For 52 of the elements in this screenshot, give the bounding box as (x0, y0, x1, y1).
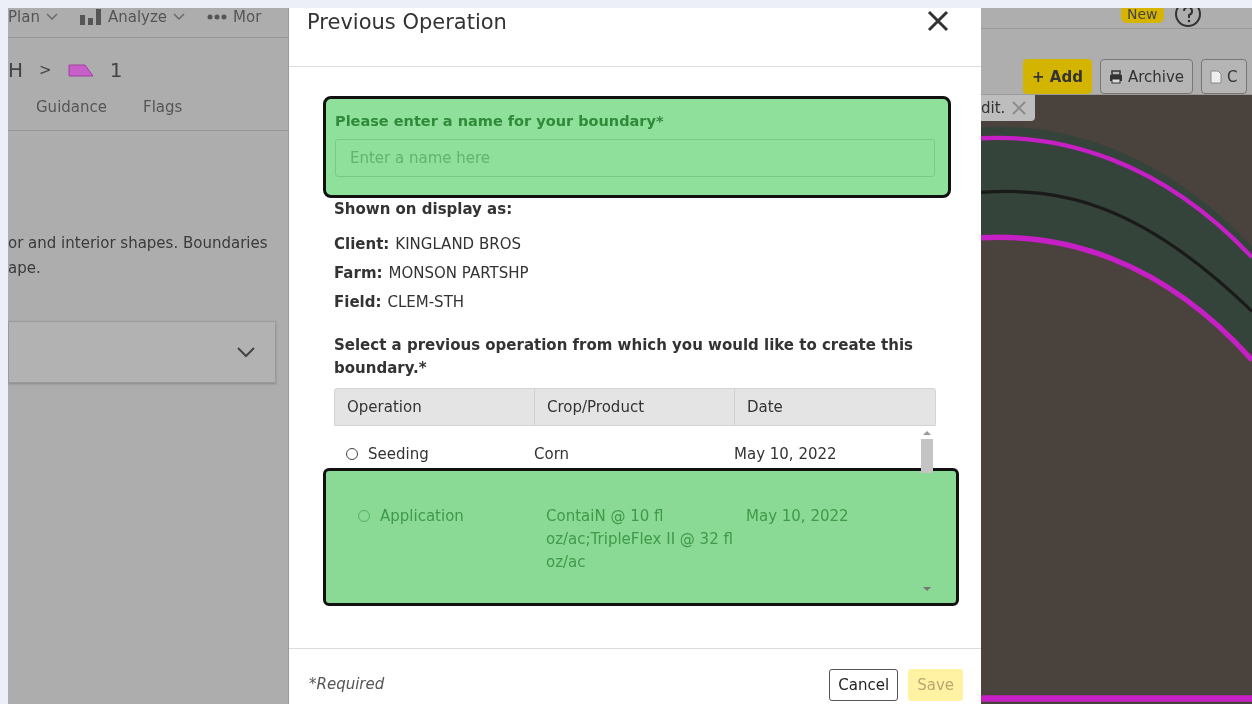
table-cell-text: May 10, 2022 (746, 505, 850, 527)
scroll-down-icon[interactable] (923, 586, 931, 592)
tab[interactable]: Guidance (36, 98, 107, 130)
caret-icon (45, 13, 58, 21)
tooltip-text: dit. (981, 99, 1006, 117)
nav-menu-item[interactable]: Analyze (107, 8, 168, 26)
help-icon[interactable] (1173, 8, 1202, 28)
add-button[interactable]: + Add (1023, 59, 1092, 94)
boundary-shape-icon (67, 63, 94, 77)
question-text: Select a previous operation from which you would like to create this boundary.* (334, 334, 915, 379)
tab[interactable]: Flags (143, 98, 183, 130)
caret-icon (173, 13, 186, 21)
required-note: *Required (309, 674, 385, 693)
bar-chart-icon (79, 9, 102, 25)
field-label: Please enter a name for your boundary* (335, 112, 665, 129)
column-header: Date (746, 396, 784, 418)
archive-button[interactable]: Archive (1099, 59, 1193, 94)
detail-value: KINGLAND BROS (395, 235, 521, 254)
detail-label: Farm: (334, 264, 383, 283)
nav-menu-item[interactable]: Mor (233, 8, 262, 26)
breadcrumb-current: 1 (109, 58, 123, 82)
toolbar-button[interactable]: C (1201, 59, 1247, 94)
table-cell: Seeding (368, 444, 429, 463)
table-cell-text: ContaiN @ 10 fl oz/ac;TripleFlex II @ 32 fl oz/ac (546, 505, 734, 573)
detail-label: Client: (334, 235, 390, 254)
scrollbar-thumb[interactable] (921, 438, 933, 473)
cancel-button[interactable]: Cancel (829, 668, 899, 701)
table-cell-text: May 10, 2022 (734, 443, 838, 465)
breadcrumb-link[interactable]: H (8, 58, 24, 82)
detail-value: CLEM-STH (387, 293, 465, 312)
close-icon[interactable] (927, 10, 949, 32)
table-cell-text: Corn (534, 443, 571, 465)
table-cell-text: Application (380, 505, 464, 527)
table-row[interactable]: Application ContaiN @ 10 fl oz/ac;TripleFlex II @ 32 fl oz/ac May 10, 2022 (323, 467, 959, 606)
description-text: or and interior shapes. Boundaries ape. (8, 233, 269, 279)
table-row[interactable]: Seeding Corn May 10, 2022 (334, 425, 939, 468)
detail-label: Field: (334, 293, 382, 312)
chevron-icon (237, 346, 255, 358)
breadcrumb-separator: > (39, 61, 52, 79)
dialog-title: Previous Operation (307, 10, 507, 34)
detail-value: MONSON PARTSHP (388, 264, 529, 283)
document-icon (1210, 69, 1222, 84)
new-badge: New (1121, 8, 1164, 23)
section-heading: Shown on display as: (334, 199, 514, 218)
more-icon (207, 14, 228, 20)
nav-menu-item[interactable]: Plan (8, 8, 40, 26)
printer-icon (1108, 69, 1123, 84)
scroll-up-icon[interactable] (923, 429, 931, 435)
satellite-map-drawing[interactable] (981, 95, 1252, 704)
column-header: Crop/Product (535, 388, 735, 425)
dropdown-panel[interactable] (8, 321, 276, 383)
column-header: Operation (335, 388, 535, 425)
